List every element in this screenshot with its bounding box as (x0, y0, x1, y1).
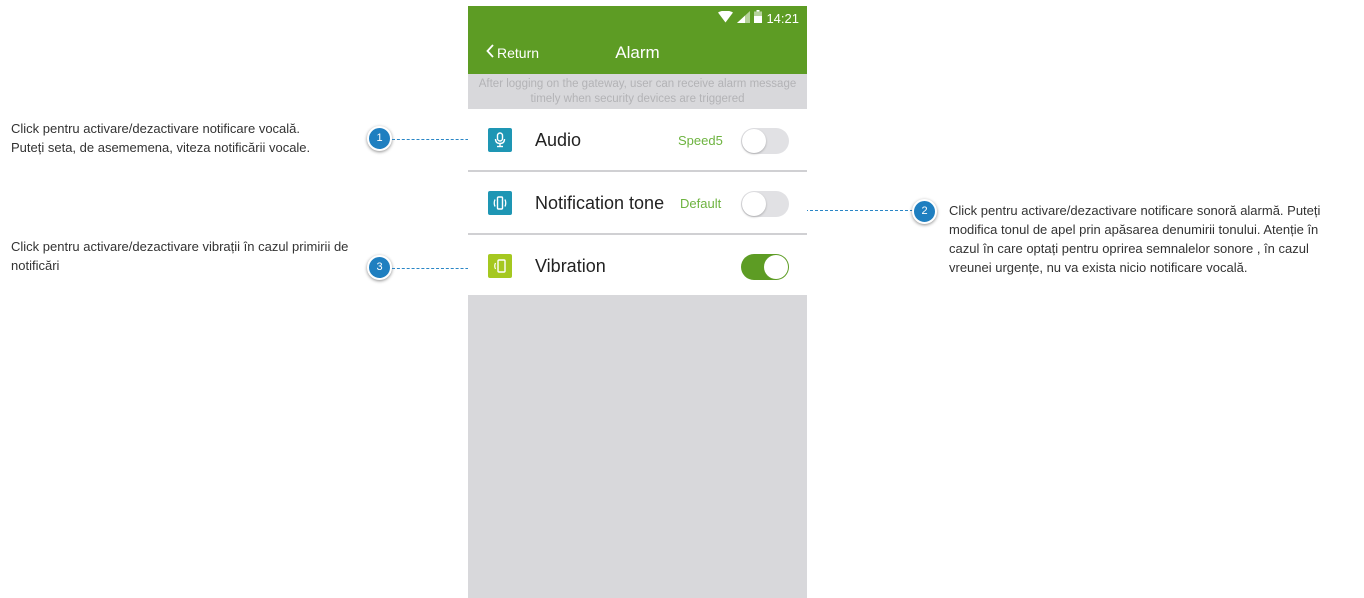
info-banner: After logging on the gateway, user can r… (468, 74, 807, 109)
vibrate-icon (488, 254, 512, 278)
settings-list: Audio Speed5 Notification tone Default V… (468, 109, 807, 295)
speaker-icon (488, 191, 512, 215)
phone-screen: 14:21 Return Alarm After logging on the … (468, 6, 807, 598)
wifi-icon (718, 10, 734, 28)
toggle-knob (764, 255, 788, 279)
annotation-2-marker: 2 (912, 199, 937, 224)
setting-label-vibration: Vibration (535, 256, 606, 276)
annotation-1-marker: 1 (367, 126, 392, 151)
toggle-knob (742, 192, 766, 216)
battery-icon (754, 10, 763, 28)
annotation-2-connector (790, 210, 913, 211)
status-time: 14:21 (766, 11, 799, 26)
setting-row-notification-tone: Notification tone Default (468, 172, 807, 235)
audio-toggle[interactable] (741, 128, 789, 154)
annotation-2-text: Click pentru activare/dezactivare notifi… (949, 203, 1321, 275)
annotation-3-text: Click pentru activare/dezactivare vibraț… (11, 239, 349, 273)
status-bar: 14:21 (468, 6, 807, 32)
notification-tone-toggle[interactable] (741, 191, 789, 217)
setting-label-audio: Audio (535, 130, 582, 150)
annotation-1-text: Click pentru activare/dezactivare notifi… (11, 121, 311, 155)
page-title: Alarm (615, 43, 660, 62)
status-icons: 14:21 (718, 10, 799, 28)
vibration-toggle[interactable] (741, 254, 789, 280)
notification-tone-value[interactable]: Default (680, 196, 721, 212)
setting-row-audio: Audio Speed5 (468, 109, 807, 172)
microphone-icon (488, 128, 512, 152)
nav-bar: Return Alarm (468, 32, 807, 74)
toggle-knob (742, 129, 766, 153)
setting-label-notification-tone: Notification tone (535, 193, 665, 213)
annotation-3-marker: 3 (367, 255, 392, 280)
audio-speed-value[interactable]: Speed5 (678, 133, 723, 149)
setting-row-vibration: Vibration (468, 235, 807, 295)
signal-icon (737, 10, 751, 28)
